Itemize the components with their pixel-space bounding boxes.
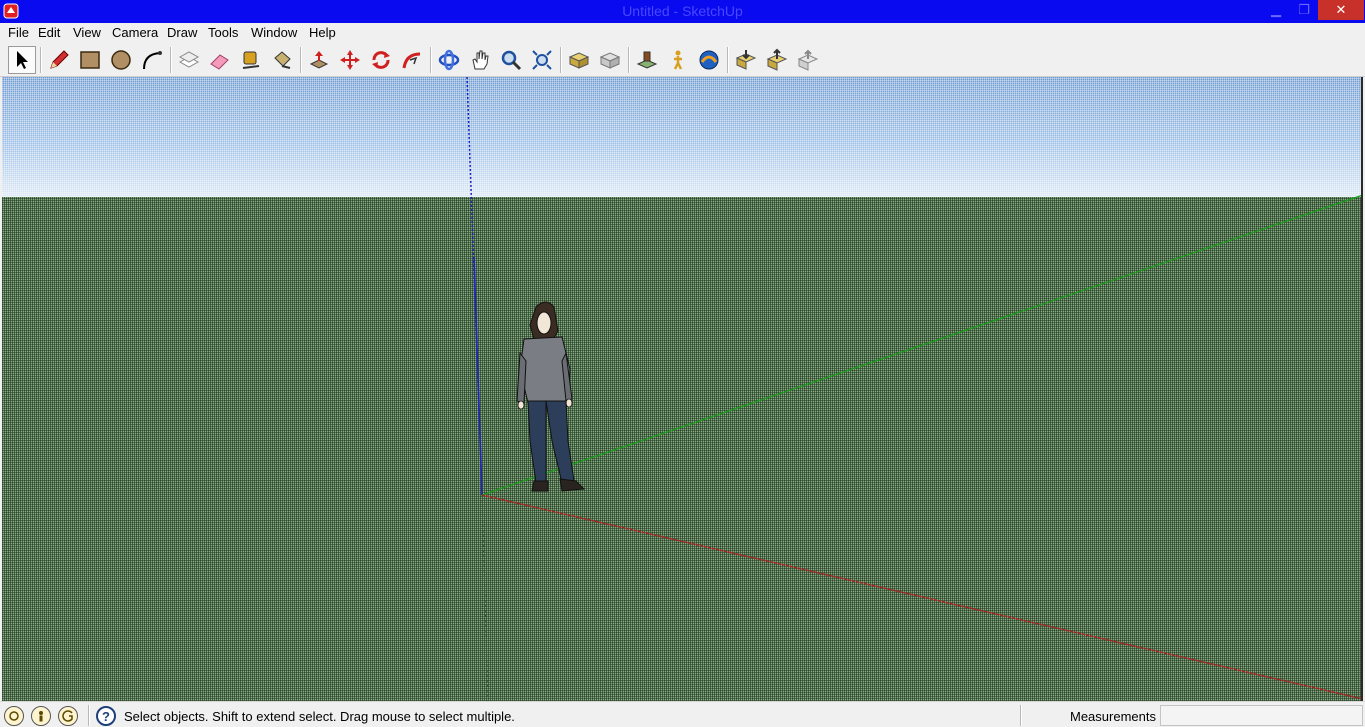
next-view-button[interactable] [596, 46, 624, 74]
status-message: Select objects. Shift to extend select. … [124, 709, 515, 724]
share-model-button[interactable] [763, 46, 791, 74]
toolbar-separator [560, 47, 562, 73]
paint-bucket-button[interactable] [268, 46, 296, 74]
status-separator [88, 705, 90, 726]
menu-tools[interactable]: Tools [208, 25, 238, 40]
look-around-button[interactable] [695, 46, 723, 74]
share-model-icon [766, 48, 788, 71]
select-icon [17, 51, 28, 69]
rectangle-tool-button[interactable] [76, 46, 104, 74]
position-camera-button[interactable] [633, 46, 661, 74]
blue-axis-solid [473, 256, 483, 496]
menu-bar: File Edit View Camera Draw Tools Window … [0, 23, 1365, 43]
get-models-icon [735, 50, 757, 70]
status-bar: ? Select objects. Shift to extend select… [0, 701, 1365, 727]
minimize-button[interactable]: ▁ [1262, 0, 1290, 20]
title-bar: Untitled - SketchUp ▁ ❐ ✕ [0, 0, 1365, 23]
move-tool-button[interactable] [336, 46, 364, 74]
look-around-icon [699, 50, 719, 70]
measurements-input[interactable] [1160, 705, 1363, 726]
walk-tool-button[interactable] [664, 46, 692, 74]
share-component-icon [797, 49, 819, 71]
help-icon[interactable]: ? [96, 706, 116, 726]
menu-file[interactable]: File [8, 25, 29, 40]
toolbar-separator [300, 47, 302, 73]
zoom-tool-button[interactable] [497, 46, 525, 74]
menu-draw[interactable]: Draw [167, 25, 197, 40]
green-axis-negative [481, 494, 489, 701]
toolbar-separator [628, 47, 630, 73]
pan-tool-button[interactable] [466, 46, 494, 74]
sign-in-icon[interactable] [58, 706, 78, 726]
zoom-extents-icon [532, 50, 552, 70]
previous-view-button[interactable] [565, 46, 593, 74]
get-models-button[interactable] [732, 46, 760, 74]
push-pull-button[interactable] [305, 46, 333, 74]
arc-icon [143, 51, 162, 70]
zoom-extents-button[interactable] [528, 46, 556, 74]
pencil-icon [50, 50, 69, 69]
follow-me-icon [402, 52, 421, 69]
share-component-button[interactable] [794, 46, 822, 74]
previous-view-icon [568, 52, 590, 69]
person-figure[interactable] [512, 301, 592, 495]
drawing-viewport[interactable] [2, 77, 1363, 701]
rectangle-icon [80, 51, 100, 69]
menu-window[interactable]: Window [251, 25, 297, 40]
position-camera-icon [636, 51, 658, 69]
tape-measure-button[interactable] [237, 46, 265, 74]
menu-view[interactable]: View [73, 25, 101, 40]
menu-edit[interactable]: Edit [38, 25, 60, 40]
select-tool-button[interactable] [8, 46, 36, 74]
move-icon [340, 50, 360, 70]
pencil-tool-button[interactable] [45, 46, 73, 74]
maximize-button[interactable]: ❐ [1290, 0, 1318, 20]
push-pull-icon [309, 51, 329, 69]
status-separator [1020, 705, 1022, 726]
main-toolbar [0, 43, 1365, 77]
window-title: Untitled - SketchUp [622, 3, 743, 19]
menu-camera[interactable]: Camera [112, 25, 158, 40]
toolbar-separator [430, 47, 432, 73]
walk-icon [673, 50, 683, 70]
circle-tool-button[interactable] [107, 46, 135, 74]
measurements-label: Measurements [1070, 709, 1156, 724]
make-component-icon [178, 51, 200, 68]
close-button[interactable]: ✕ [1318, 0, 1364, 20]
orbit-icon [438, 49, 460, 71]
toolbar-separator [170, 47, 172, 73]
toolbar-separator [727, 47, 729, 73]
follow-me-button[interactable] [398, 46, 426, 74]
next-view-icon [599, 52, 621, 69]
orbit-tool-button[interactable] [435, 46, 463, 74]
red-axis [481, 494, 1361, 700]
model-axes [466, 77, 1361, 701]
paint-bucket-icon [274, 51, 291, 69]
pan-icon [472, 50, 489, 70]
geo-location-icon[interactable] [4, 706, 24, 726]
eraser-icon [210, 54, 229, 70]
toolbar-separator [40, 47, 42, 73]
rotate-icon [372, 51, 390, 69]
green-axis [481, 195, 1361, 496]
menu-help[interactable]: Help [309, 25, 336, 40]
arc-tool-button[interactable] [138, 46, 166, 74]
zoom-icon [501, 50, 522, 71]
rotate-tool-button[interactable] [367, 46, 395, 74]
tape-measure-icon [242, 51, 260, 69]
credits-icon[interactable] [31, 706, 51, 726]
circle-icon [111, 50, 131, 70]
make-component-button[interactable] [175, 46, 203, 74]
eraser-tool-button[interactable] [206, 46, 234, 74]
